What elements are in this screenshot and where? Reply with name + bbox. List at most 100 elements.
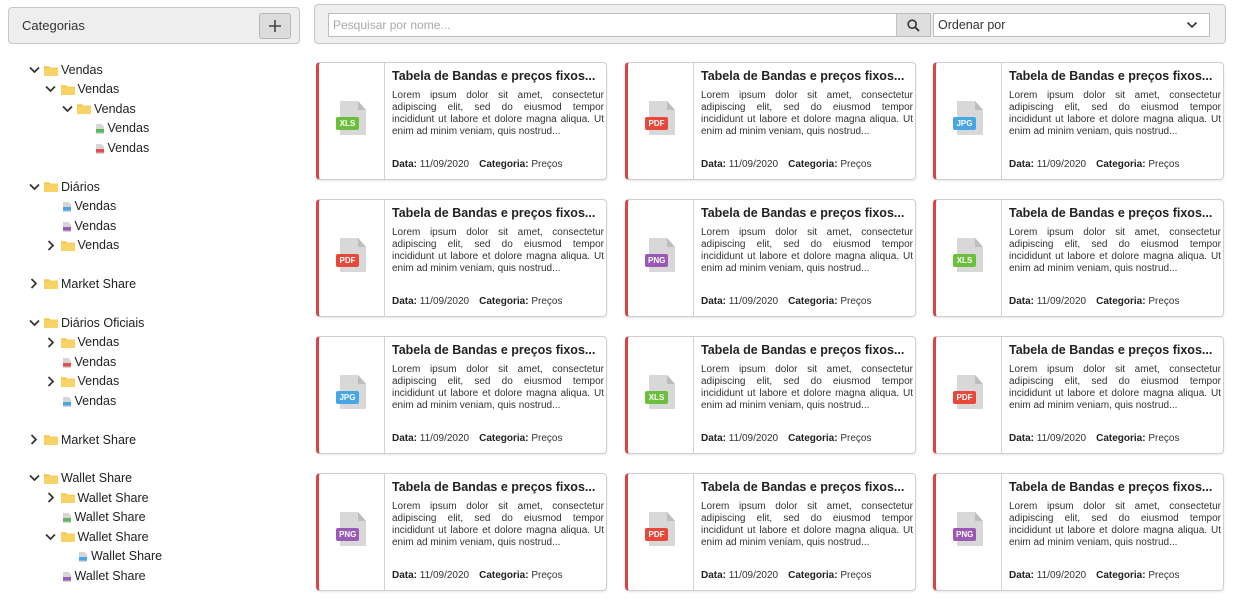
tree-folder-item[interactable]: Diários Oficiais [27,314,144,332]
date-label: Data: [701,296,727,307]
document-card[interactable]: JPG Tabela de Bandas e preços fixos... Lor… [933,62,1224,180]
category-label: Categoria: [479,296,529,307]
tree-file-item[interactable]: Vendas [62,217,116,235]
tree-file-item[interactable]: Wallet Share [79,547,162,565]
document-card[interactable]: PDF Tabela de Bandas e preços fixos... Lor… [933,336,1224,454]
category-label: Categoria: [479,570,529,581]
document-card[interactable]: XLS Tabela de Bandas e preços fixos... Lor… [933,199,1224,317]
category-label: Categoria: [1096,159,1146,170]
file-type-icon: PNG [645,238,675,272]
date-label: Data: [701,433,727,444]
tree-folder-item[interactable]: Market Share [27,431,136,449]
tree-folder-item[interactable]: Wallet Share [44,489,149,507]
file-type-icon: PDF [336,238,366,272]
folder-icon [44,65,58,76]
chevron-down-icon[interactable] [27,180,41,194]
file-type-icon: PDF [645,512,675,546]
card-meta: Data: 11/09/2020 Categoria: Preços [1009,296,1179,307]
tree-folder-item[interactable]: Market Share [27,275,136,293]
date-value: 11/09/2020 [1036,296,1087,307]
tree-item-label: Vendas [77,238,120,253]
chevron-down-icon[interactable] [44,82,58,96]
document-card[interactable]: XLS Tabela de Bandas e preços fixos... Lor… [316,62,607,180]
file-type-badge: PDF [953,391,976,404]
folder-icon [44,278,58,290]
tree-folder-item[interactable]: Vendas [44,80,119,98]
chevron-right-icon[interactable] [44,491,58,505]
tree-folder-item[interactable]: Vendas [27,61,103,79]
file-thumbnail: JPG [936,63,1002,179]
file-type-icon: XLS [336,101,366,135]
document-card[interactable]: PNG Tabela de Bandas e preços fixos... Lor… [625,199,916,317]
date-label: Data: [1009,159,1035,170]
file-type-icon: XLS [645,375,675,409]
file-thumbnail: JPG [319,337,385,453]
chevron-down-icon[interactable] [60,102,74,116]
file-icon [62,357,71,368]
file-icon [79,551,87,563]
tree-folder-item[interactable]: Vendas [44,333,119,351]
file-thumbnail: PNG [936,474,1002,590]
folder-icon [60,531,75,543]
tree-file-item[interactable]: Vendas [62,197,116,215]
chevron-down-icon[interactable] [44,530,58,544]
tree-file-item[interactable]: Vendas [95,119,149,137]
category-value: Preços [531,433,563,444]
chevron-right-icon[interactable] [44,238,58,252]
file-thumbnail: PDF [628,474,694,590]
tree-folder-item[interactable]: Vendas [60,100,136,118]
document-card[interactable]: PDF Tabela de Bandas e preços fixos... Lor… [625,62,916,180]
chevron-right-icon[interactable] [44,335,58,349]
tree-item-label: Wallet Share [74,510,146,525]
card-description: Lorem ipsum dolor sit amet, consectetur … [701,90,913,137]
date-label: Data: [1009,296,1035,307]
card-title: Tabela de Bandas e preços fixos... [392,480,596,494]
file-type-badge: XLS [645,391,668,404]
chevron-down-icon [1186,21,1198,29]
document-card[interactable]: XLS Tabela de Bandas e preços fixos... Lor… [625,336,916,454]
document-card[interactable]: PDF Tabela de Bandas e preços fixos... Lor… [625,473,916,591]
tree-file-item[interactable]: Vendas [62,353,116,371]
tree-file-item[interactable]: Wallet Share [62,508,146,526]
card-title: Tabela de Bandas e preços fixos... [701,206,905,220]
document-card[interactable]: PDF Tabela de Bandas e preços fixos... Lor… [316,199,607,317]
tree-folder-item[interactable]: Vendas [44,372,119,390]
category-value: Preços [840,296,872,307]
tree-folder-item[interactable]: Diários [27,178,100,196]
chevron-down-icon[interactable] [27,471,41,485]
document-card[interactable]: JPG Tabela de Bandas e preços fixos... Lor… [316,336,607,454]
category-label: Categoria: [1096,296,1146,307]
card-meta: Data: 11/09/2020 Categoria: Preços [392,433,562,444]
tree-folder-item[interactable]: Wallet Share [44,528,149,546]
search-input[interactable] [329,14,896,36]
tree-item-label: Wallet Share [77,529,149,544]
date-value: 11/09/2020 [419,159,470,170]
category-value: Preços [531,159,563,170]
file-type-badge: XLS [953,254,976,267]
tree-file-item[interactable]: Vendas [95,139,149,157]
chevron-right-icon[interactable] [44,374,58,388]
tree-folder-item[interactable]: Vendas [44,236,120,254]
document-card[interactable]: PNG Tabela de Bandas e preços fixos... Lor… [316,473,607,591]
category-label: Categoria: [479,159,529,170]
tree-folder-item[interactable]: Wallet Share [27,469,132,487]
document-card[interactable]: PNG Tabela de Bandas e preços fixos... Lor… [933,473,1224,591]
tree-file-item[interactable]: Wallet Share [62,567,146,585]
chevron-down-icon[interactable] [27,316,41,330]
folder-icon [44,317,58,329]
tree-item-label: Diários Oficiais [61,315,145,330]
card-meta: Data: 11/09/2020 Categoria: Preços [701,296,871,307]
chevron-right-icon[interactable] [27,277,41,291]
card-meta: Data: 11/09/2020 Categoria: Preços [701,570,871,581]
card-title: Tabela de Bandas e preços fixos... [392,206,596,220]
chevron-right-icon[interactable] [27,433,41,447]
category-value: Preços [1148,296,1180,307]
tree-item-label: Wallet Share [91,549,163,564]
date-label: Data: [392,159,418,170]
sort-select[interactable]: Ordenar por [933,13,1210,37]
search-button[interactable] [896,14,930,36]
tree-item-label: Wallet Share [77,490,149,505]
chevron-down-icon[interactable] [27,63,41,77]
tree-file-item[interactable]: Vendas [62,392,116,410]
folder-icon [60,84,75,95]
